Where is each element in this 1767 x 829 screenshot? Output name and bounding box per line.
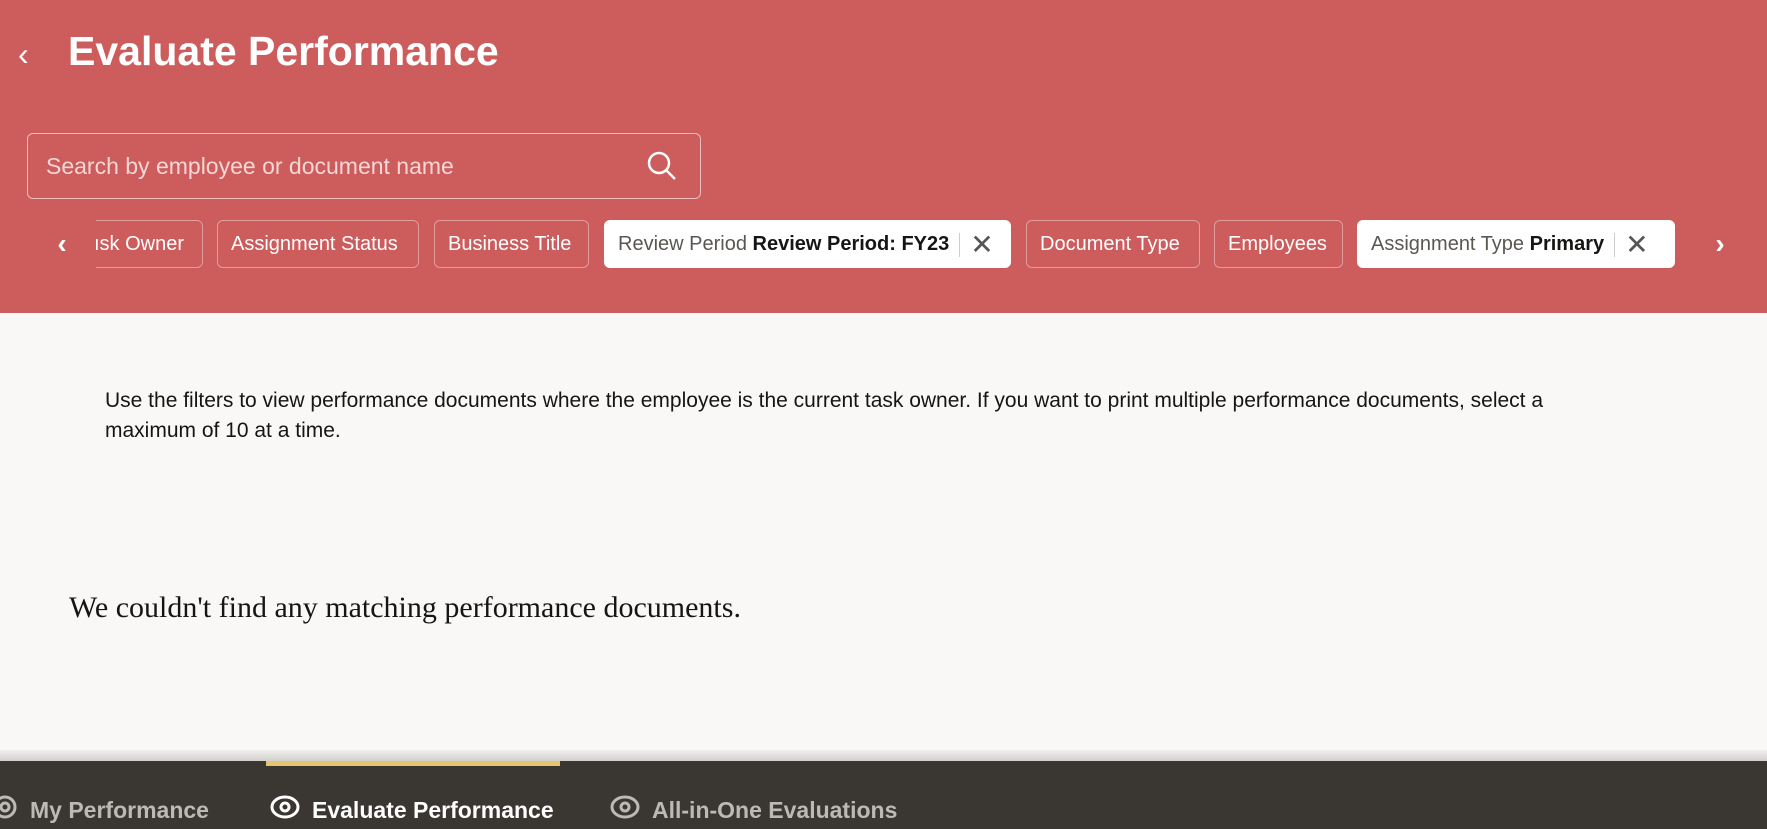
- scroll-left-button[interactable]: ‹: [44, 226, 80, 262]
- tab-label: My Performance: [30, 796, 209, 823]
- search-icon[interactable]: [646, 150, 678, 187]
- chevron-left-icon: ‹: [57, 228, 67, 259]
- scroll-right-button[interactable]: ›: [1702, 226, 1738, 262]
- filter-chip-assignment-status[interactable]: Assignment Status: [217, 220, 419, 268]
- chip-label: Business Title: [448, 233, 572, 255]
- filter-chip-document-type[interactable]: Document Type: [1026, 220, 1200, 268]
- active-tab-indicator: [266, 761, 560, 766]
- chevron-right-icon: ›: [1715, 228, 1725, 259]
- back-button[interactable]: ‹: [18, 36, 48, 72]
- close-icon[interactable]: ✕: [970, 222, 993, 268]
- empty-state-message: We couldn't find any matching performanc…: [69, 591, 741, 624]
- chip-value: Primary: [1529, 233, 1605, 255]
- page-header: ‹ Evaluate Performance ‹ ısk Owner Assig…: [0, 0, 1767, 313]
- target-icon: [0, 794, 18, 826]
- bottom-tab-bar: My Performance Evaluate Performance All-…: [0, 761, 1767, 829]
- filter-chip-task-owner[interactable]: ısk Owner: [96, 220, 203, 268]
- filter-chip-employees[interactable]: Employees: [1214, 220, 1343, 268]
- chip-label: Document Type: [1040, 233, 1180, 255]
- instructions-text: Use the filters to view performance docu…: [105, 389, 1544, 442]
- divider: [1614, 232, 1616, 257]
- tab-evaluate-performance[interactable]: Evaluate Performance: [270, 793, 554, 827]
- search-input[interactable]: [46, 134, 626, 198]
- page-title: Evaluate Performance: [68, 28, 499, 74]
- divider: [0, 750, 1767, 761]
- chip-value: Review Period: FY23: [752, 233, 950, 255]
- eye-icon: [610, 794, 640, 826]
- filter-chips: ısk Owner Assignment Status Business Tit…: [96, 220, 1686, 268]
- tab-all-in-one-evaluations[interactable]: All-in-One Evaluations: [610, 793, 897, 827]
- tab-label: Evaluate Performance: [312, 796, 554, 823]
- divider: [959, 232, 961, 257]
- filter-chips-bar: ‹ ısk Owner Assignment Status Business T…: [0, 220, 1767, 268]
- tab-my-performance[interactable]: My Performance: [0, 793, 209, 827]
- filter-chip-assignment-type[interactable]: Assignment Type Primary ✕: [1357, 220, 1675, 268]
- chip-label: ısk Owner: [96, 233, 185, 255]
- close-icon[interactable]: ✕: [1625, 222, 1648, 268]
- eye-icon: [270, 794, 300, 826]
- chip-label: Assignment Type: [1371, 233, 1525, 255]
- chip-label: Review Period: [618, 233, 747, 255]
- tab-label: All-in-One Evaluations: [652, 796, 898, 823]
- filter-chip-business-title[interactable]: Business Title: [434, 220, 589, 268]
- chip-label: Employees: [1228, 233, 1327, 255]
- filter-chip-review-period[interactable]: Review Period Review Period: FY23 ✕: [604, 220, 1011, 268]
- chevron-left-icon: ‹: [18, 36, 29, 72]
- search-box: [27, 133, 701, 199]
- chip-label: Assignment Status: [231, 233, 398, 255]
